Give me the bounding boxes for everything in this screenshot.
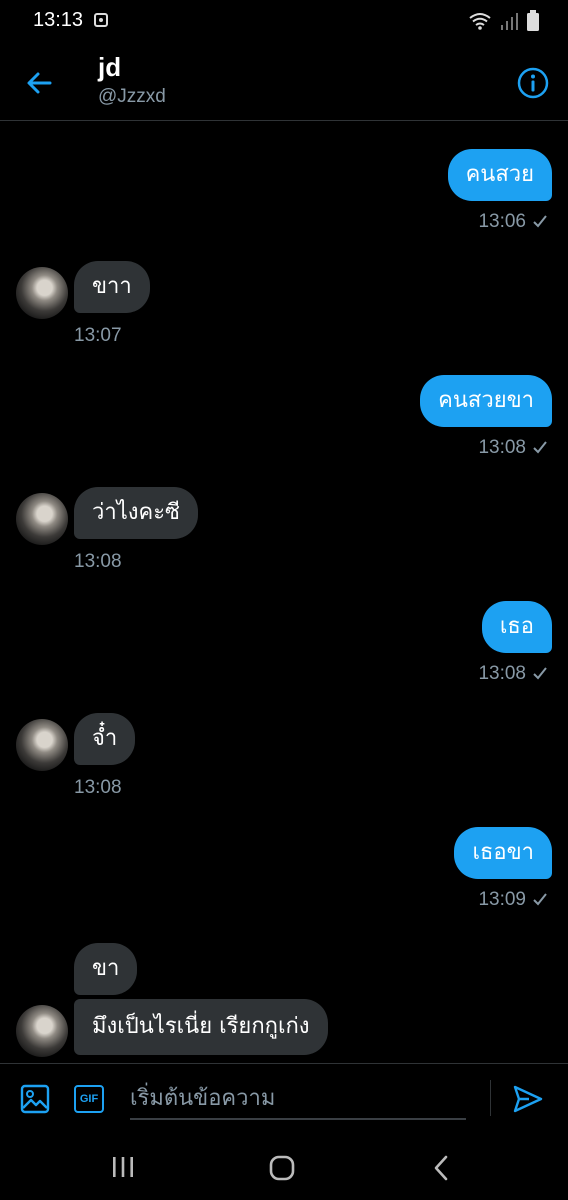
info-icon[interactable] — [516, 66, 550, 100]
status-bar: 13:13 — [0, 0, 568, 44]
check-icon — [533, 215, 547, 228]
message-input[interactable] — [130, 1078, 466, 1120]
message-composer: GIF — [0, 1063, 568, 1139]
message-timestamp: 13:08 — [478, 437, 526, 458]
message-bubble-outgoing[interactable]: เธอขา — [454, 827, 552, 879]
image-icon[interactable] — [20, 1084, 50, 1114]
avatar[interactable] — [16, 719, 68, 771]
system-navigation-bar — [0, 1138, 568, 1200]
message-timestamp: 13:06 — [478, 211, 526, 232]
battery-icon — [527, 10, 539, 31]
message-timestamp: 13:07 — [74, 325, 122, 346]
message-bubble-incoming[interactable]: มึงเป็นไรเนี่ย เรียกกูเก่ง — [74, 999, 328, 1055]
home-icon[interactable] — [268, 1154, 296, 1182]
composer-divider — [490, 1080, 491, 1116]
wifi-icon — [469, 13, 491, 30]
notification-icon — [94, 13, 108, 27]
message-bubble-incoming[interactable]: ขาา — [74, 261, 150, 313]
check-icon — [533, 893, 547, 906]
message-bubble-outgoing[interactable]: เธอ — [481, 601, 552, 653]
status-icons — [468, 10, 540, 32]
message-list: คนสวย 13:06 ขาา 13:07 คนสวยขา 13:08 ว่าไ… — [0, 121, 568, 1063]
contact-handle: @Jzzxd — [98, 86, 166, 107]
back-arrow-icon[interactable] — [22, 66, 56, 100]
check-icon — [533, 441, 547, 454]
gif-label: GIF — [79, 1093, 99, 1105]
message-bubble-incoming[interactable]: ขา — [74, 943, 138, 995]
signal-icon — [501, 13, 518, 30]
avatar[interactable] — [16, 1005, 68, 1057]
message-bubble-incoming[interactable]: ว่าไงคะซี — [74, 487, 198, 539]
status-time: 13:13 — [33, 9, 84, 31]
message-bubble-outgoing[interactable]: คนสวย — [447, 149, 552, 201]
message-timestamp: 13:08 — [478, 663, 526, 684]
message-timestamp: 13:09 — [478, 889, 526, 910]
avatar[interactable] — [16, 267, 68, 319]
message-timestamp: 13:08 — [74, 551, 122, 572]
message-bubble-incoming[interactable]: จ๋ำ — [74, 713, 136, 765]
conversation-header: jd @Jzzxd — [0, 44, 568, 121]
recent-apps-icon[interactable] — [110, 1154, 136, 1180]
message-bubble-outgoing[interactable]: คนสวยขา — [420, 375, 552, 427]
back-nav-icon[interactable] — [430, 1154, 452, 1182]
check-icon — [533, 667, 547, 680]
send-icon[interactable] — [512, 1084, 544, 1114]
avatar[interactable] — [16, 493, 68, 545]
message-timestamp: 13:08 — [74, 777, 122, 798]
contact-name: jd — [98, 52, 122, 82]
gif-icon[interactable]: GIF — [74, 1085, 104, 1113]
